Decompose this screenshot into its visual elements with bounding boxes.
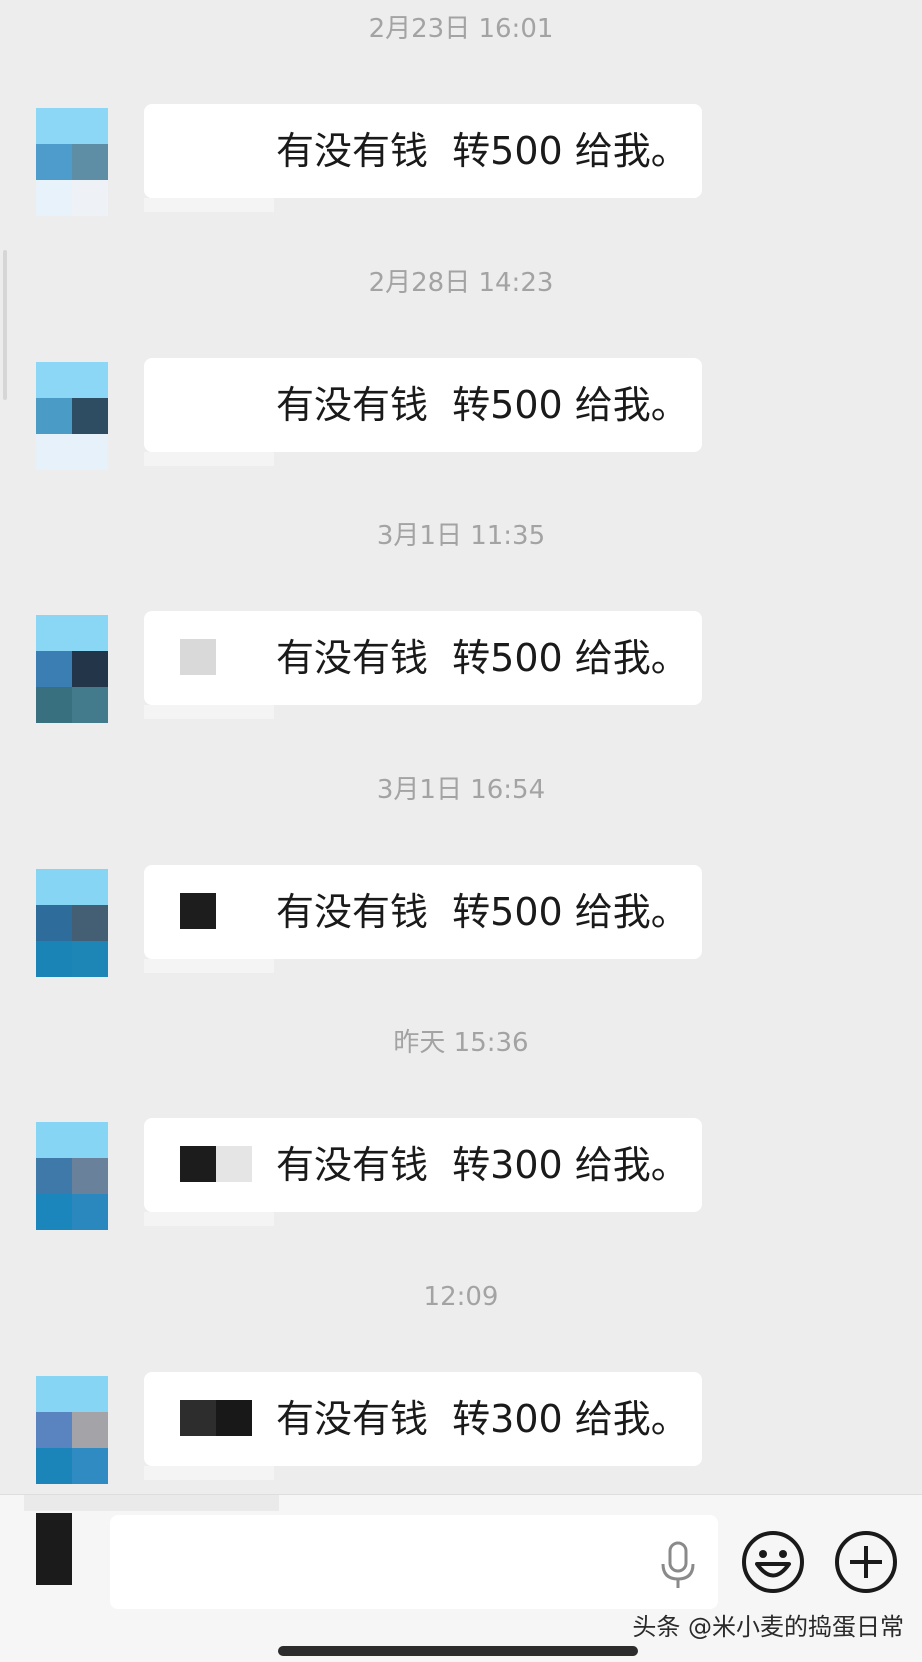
avatar-pixel [36,615,72,651]
message-text: 有没有钱 转500 给我。 [276,636,689,680]
avatar-pixel [36,651,72,687]
mic-icon[interactable] [650,1537,706,1593]
timestamp: 12:09 [423,1281,499,1312]
blurred-area [144,705,274,719]
avatar-pixel [72,1411,108,1448]
message-bubble[interactable]: 有没有钱 转300 给我。 [144,1371,702,1466]
avatar-pixel [72,144,108,180]
message-bubble[interactable]: 有没有钱 转500 给我。 [144,357,702,452]
timestamp: 3月1日 16:54 [376,774,546,805]
message-bubble[interactable]: 有没有钱 转500 给我。 [144,864,702,959]
chat-history[interactable]: 2月23日 16:01 有没有钱 转500 给我。 2月28日 14:23 有没有钱 … [0,0,922,1490]
redacted-block [180,639,216,675]
timestamp: 2月23日 16:01 [368,14,554,44]
timestamp: 3月1日 11:35 [376,521,546,551]
voice-mode-toggle[interactable] [36,1513,72,1585]
avatar-pixel [72,615,108,651]
blurred-area [144,451,274,466]
message-text: 有没有钱 转500 给我。 [276,382,689,427]
avatar-pixel [36,361,72,398]
avatar-pixel [36,1158,72,1194]
avatar-pixel [36,433,72,470]
avatar-pixel [72,651,108,687]
avatar[interactable] [36,1122,108,1230]
avatar-pixel [72,1194,108,1230]
avatar-pixel [72,1158,108,1194]
watermark: 头条 @米小麦的捣蛋日常 [632,1613,904,1641]
avatar-pixel [72,1447,108,1484]
message-input[interactable] [126,1515,650,1611]
input-bar: 头条 @米小麦的捣蛋日常 [0,1494,922,1662]
message-text: 有没有钱 转500 给我。 [276,889,689,934]
redacted-block [180,1399,216,1436]
blurred-area [24,1495,279,1511]
avatar-pixel [36,397,72,434]
avatar-pixel [36,687,72,723]
avatar-pixel [36,1411,72,1448]
avatar-pixel [72,904,108,941]
avatar[interactable] [36,868,108,977]
message-text: 有没有钱 转300 给我。 [276,1396,689,1441]
avatar[interactable] [36,615,108,723]
avatar-pixel [36,940,72,977]
avatar-pixel [36,868,72,905]
timestamp: 昨天 15:36 [393,1028,529,1058]
home-indicator[interactable] [278,1646,638,1656]
blurred-area [144,1212,274,1226]
avatar-pixel [36,144,72,180]
avatar-pixel [36,1122,72,1158]
avatar[interactable] [36,361,108,470]
redacted-block [180,892,216,929]
redacted-block [216,1146,252,1182]
message-text: 有没有钱 转300 给我。 [276,1143,689,1187]
avatar-pixel [72,1375,108,1412]
avatar-pixel [36,1194,72,1230]
avatar-pixel [72,108,108,144]
avatar-pixel [72,433,108,470]
avatar-pixel [36,1447,72,1484]
avatar-pixel [36,904,72,941]
avatar-pixel [36,180,72,216]
plus-icon[interactable] [833,1529,899,1595]
avatar-pixel [36,108,72,144]
blurred-area [144,958,274,973]
avatar-pixel [72,361,108,398]
avatar[interactable] [36,1375,108,1484]
message-bubble[interactable]: 有没有钱 转300 给我。 [144,1118,702,1212]
avatar-pixel [72,180,108,216]
redacted-block [180,1146,216,1182]
blurred-area [144,1465,274,1480]
avatar-pixel [72,868,108,905]
avatar-pixel [72,687,108,723]
avatar-pixel [72,397,108,434]
emoji-icon[interactable] [740,1529,806,1595]
avatar-pixel [72,940,108,977]
timestamp: 2月28日 14:23 [368,267,554,298]
avatar-pixel [36,1375,72,1412]
message-text: 有没有钱 转500 给我。 [276,129,689,173]
message-input-box[interactable] [110,1515,718,1611]
message-bubble[interactable]: 有没有钱 转500 给我。 [144,104,702,198]
blurred-area [144,198,274,212]
avatar-pixel [72,1122,108,1158]
avatar[interactable] [36,108,108,216]
message-bubble[interactable]: 有没有钱 转500 给我。 [144,611,702,705]
redacted-block [216,1399,252,1436]
